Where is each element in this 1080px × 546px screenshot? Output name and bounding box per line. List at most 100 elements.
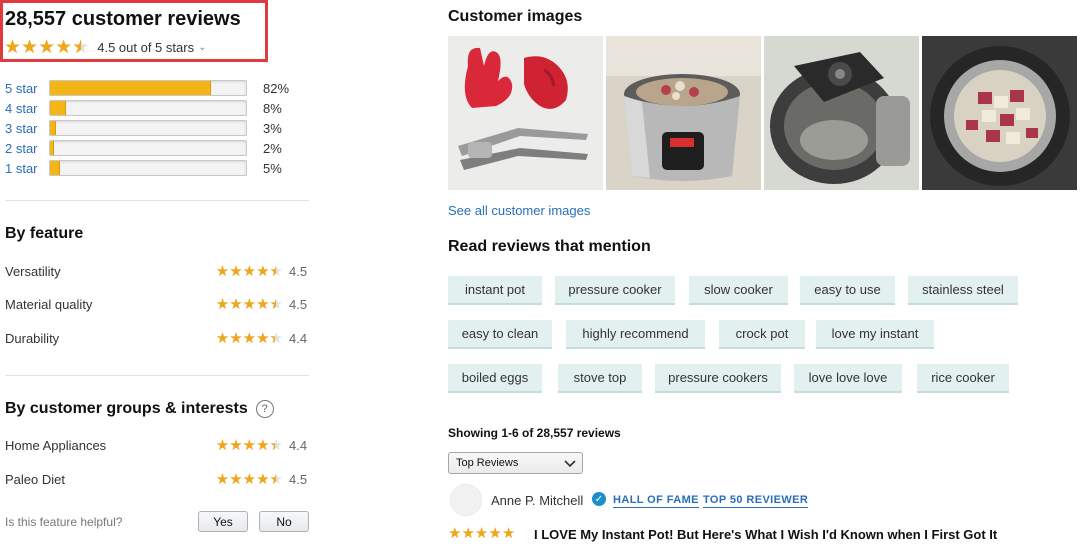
average-rating-row[interactable]: ★★★★★★★★★★ 4.5 out of 5 stars ⌄ bbox=[4, 38, 206, 57]
mention-chip[interactable]: boiled eggs bbox=[448, 364, 542, 393]
yes-button[interactable]: Yes bbox=[198, 511, 248, 532]
histogram-row[interactable]: 4 star 8% bbox=[5, 99, 293, 117]
histogram-bar-fill bbox=[50, 101, 66, 115]
rating-row: Paleo Diet★★★★★★★★★★4.5 bbox=[5, 469, 309, 489]
see-all-images-link[interactable]: See all customer images bbox=[448, 203, 590, 218]
mentions-heading: Read reviews that mention bbox=[448, 238, 651, 255]
mention-chip[interactable]: instant pot bbox=[448, 276, 542, 305]
histogram-bar-fill bbox=[50, 161, 60, 175]
histogram-row[interactable]: 3 star 3% bbox=[5, 119, 293, 137]
rating-stars: ★★★★★★★★★★ bbox=[216, 297, 283, 312]
histogram-label[interactable]: 4 star bbox=[5, 101, 49, 116]
rating-name: Home Appliances bbox=[5, 437, 107, 453]
customer-image-mitts[interactable] bbox=[448, 36, 603, 190]
histogram-label[interactable]: 2 star bbox=[5, 141, 49, 156]
histogram-bar[interactable] bbox=[49, 80, 247, 96]
rating-stars: ★★★★★★★★★★ bbox=[216, 264, 283, 279]
histogram-row[interactable]: 5 star 82% bbox=[5, 79, 293, 97]
histogram-bar-fill bbox=[50, 121, 56, 135]
divider bbox=[5, 200, 309, 201]
mention-chip[interactable]: pressure cookers bbox=[655, 364, 781, 393]
question-circle-icon[interactable]: ? bbox=[255, 400, 274, 418]
sort-dropdown[interactable]: Top Reviews bbox=[448, 452, 583, 474]
sort-selected: Top Reviews bbox=[456, 457, 519, 469]
star-icon: ★★ bbox=[215, 436, 230, 454]
rating-value: 4.4 bbox=[289, 437, 308, 453]
mention-chip[interactable]: rice cooker bbox=[917, 364, 1009, 393]
top-reviewer-badge[interactable]: TOP 50 REVIEWER bbox=[703, 494, 809, 508]
mention-chip[interactable]: love my instant bbox=[816, 320, 934, 349]
star-icon: ★★ bbox=[38, 37, 56, 58]
mention-chip[interactable]: highly recommend bbox=[566, 320, 705, 349]
star-icon: ★★ bbox=[229, 329, 243, 347]
reviewer-name[interactable]: Anne P. Mitchell bbox=[491, 493, 583, 508]
rating-row: Versatility★★★★★★★★★★4.5 bbox=[5, 261, 309, 281]
customer-image-pot-top[interactable] bbox=[922, 36, 1077, 190]
rating-stars: ★★★★★★★★★★ bbox=[216, 331, 283, 346]
no-button[interactable]: No bbox=[259, 511, 309, 532]
star-icon: ★★ bbox=[256, 262, 270, 280]
histogram-bar-fill bbox=[50, 141, 54, 155]
star-icon: ★★ bbox=[229, 262, 243, 280]
star-icon: ★★ bbox=[269, 329, 283, 347]
mention-chip[interactable]: slow cooker bbox=[689, 276, 788, 305]
histogram-label[interactable]: 1 star bbox=[5, 161, 49, 176]
helpful-feedback: Is this feature helpful? Yes No bbox=[5, 511, 309, 532]
histogram-bar[interactable] bbox=[49, 100, 247, 116]
total-reviews-heading: 28,557 customer reviews bbox=[5, 8, 241, 30]
star-icon: ★★ bbox=[461, 525, 475, 542]
groups-heading: By customer groups & interests? bbox=[5, 400, 274, 418]
star-icon: ★★ bbox=[269, 262, 283, 280]
star-icon: ★★ bbox=[256, 470, 270, 488]
star-icon: ★★ bbox=[72, 37, 90, 58]
histogram-percent: 2% bbox=[263, 140, 282, 156]
mention-chip[interactable]: love love love bbox=[794, 364, 902, 393]
histogram-label[interactable]: 5 star bbox=[5, 81, 49, 96]
customer-image-pot-front[interactable] bbox=[606, 36, 761, 190]
rating-stars: ★★★★★★★★★★ bbox=[216, 472, 283, 487]
customer-images-heading: Customer images bbox=[448, 8, 583, 25]
histogram-label[interactable]: 3 star bbox=[5, 121, 49, 136]
avatar[interactable] bbox=[450, 484, 482, 516]
reviews-column: Customer images See all customer images … bbox=[448, 0, 1080, 546]
star-icon: ★★ bbox=[242, 470, 257, 488]
histogram-bar[interactable] bbox=[49, 120, 247, 136]
histogram-row[interactable]: 2 star 2% bbox=[5, 139, 293, 157]
chevron-down-icon: ⌄ bbox=[198, 42, 207, 53]
average-rating-text: 4.5 out of 5 stars bbox=[97, 40, 195, 55]
histogram-row[interactable]: 1 star 5% bbox=[5, 159, 293, 177]
rating-stars: ★★★★★★★★★★ bbox=[216, 438, 283, 453]
histogram-bar[interactable] bbox=[49, 140, 247, 156]
mention-chip[interactable]: easy to clean bbox=[448, 320, 552, 349]
star-icon: ★★ bbox=[256, 436, 270, 454]
review-stars: ★ ★ ★ ★ ★ ★ ★ ★ ★ ★ bbox=[448, 526, 515, 541]
hall-of-fame-badge[interactable]: HALL OF FAME bbox=[613, 494, 699, 508]
groups-heading-text: By customer groups & interests bbox=[5, 400, 248, 418]
customer-image-pot-lid[interactable] bbox=[764, 36, 919, 190]
rating-row: Material quality★★★★★★★★★★4.5 bbox=[5, 294, 309, 314]
review-title[interactable]: I LOVE My Instant Pot! But Here's What I… bbox=[534, 527, 997, 542]
mention-chip[interactable]: easy to use bbox=[800, 276, 895, 305]
star-icon: ★★ bbox=[242, 262, 257, 280]
mention-chip[interactable]: pressure cooker bbox=[555, 276, 675, 305]
rating-name: Versatility bbox=[5, 263, 61, 279]
histogram-bar[interactable] bbox=[49, 160, 247, 176]
average-stars: ★★★★★★★★★★ bbox=[4, 38, 89, 57]
star-icon: ★★ bbox=[256, 295, 270, 313]
star-icon: ★★ bbox=[55, 37, 73, 58]
histogram-percent: 5% bbox=[263, 160, 282, 176]
histogram-percent: 8% bbox=[263, 100, 282, 116]
star-icon: ★★ bbox=[269, 470, 283, 488]
mention-chip[interactable]: stainless steel bbox=[908, 276, 1018, 305]
by-feature-heading: By feature bbox=[5, 225, 84, 242]
mention-chip[interactable]: stove top bbox=[558, 364, 642, 393]
star-icon: ★★ bbox=[474, 525, 489, 542]
rating-value: 4.4 bbox=[289, 330, 308, 346]
histogram-bar-fill bbox=[50, 81, 211, 95]
mention-chip[interactable]: crock pot bbox=[719, 320, 805, 349]
ratings-column: 28,557 customer reviews ★★★★★★★★★★ 4.5 o… bbox=[0, 0, 320, 546]
star-icon: ★★ bbox=[4, 37, 22, 58]
star-icon: ★★ bbox=[21, 37, 39, 58]
showing-count: Showing 1-6 of 28,557 reviews bbox=[448, 426, 621, 440]
histogram-percent: 82% bbox=[263, 80, 290, 96]
